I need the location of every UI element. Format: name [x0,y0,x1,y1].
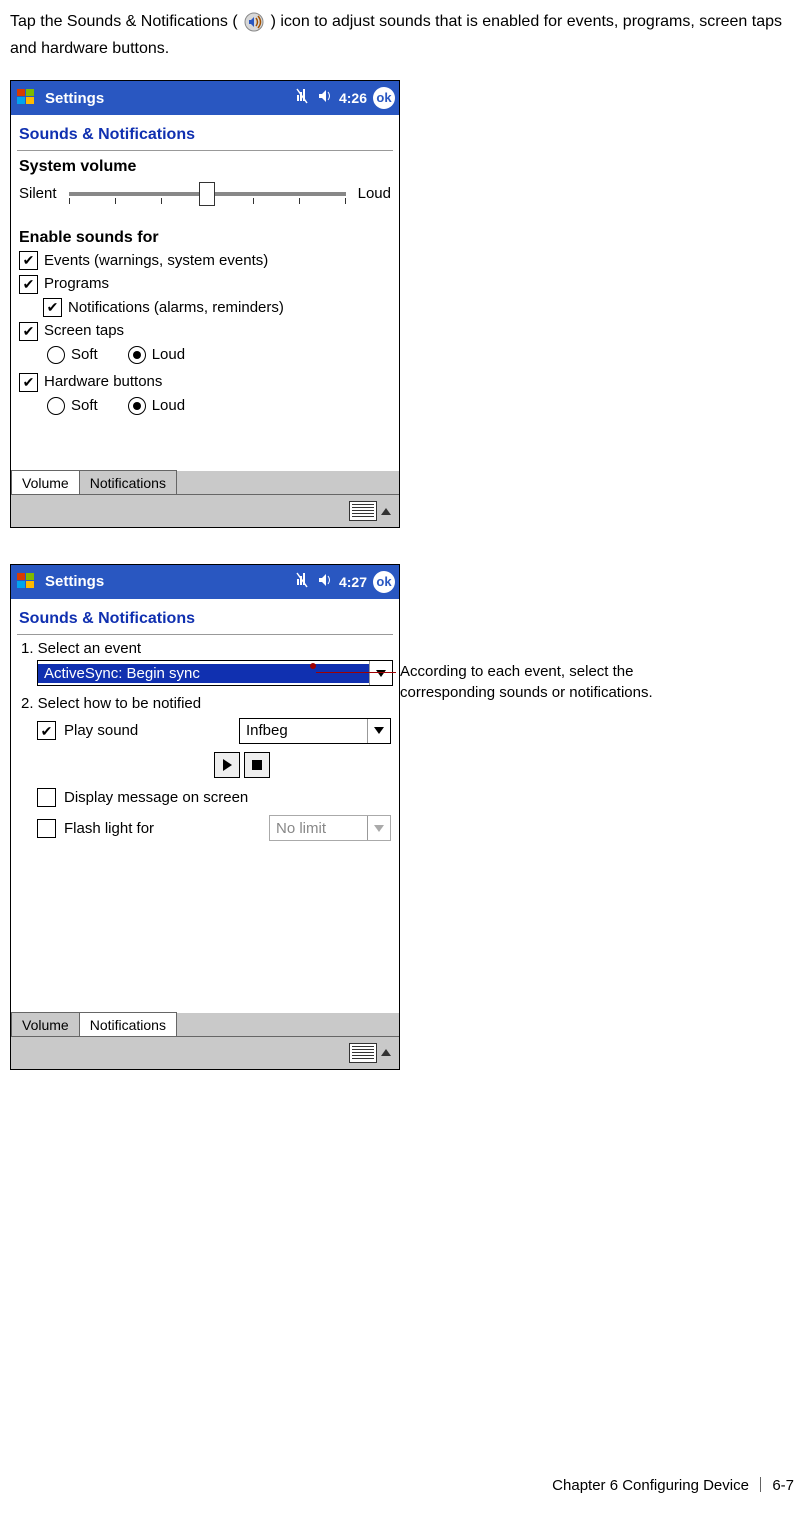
chevron-down-icon [367,719,390,743]
hw-soft-label: Soft [71,396,98,416]
keyboard-icon[interactable] [349,501,377,521]
sound-selected: Infbeg [240,721,367,741]
volume-slider[interactable] [69,184,346,212]
step1-label: 1. Select an event [19,639,391,659]
panel-title: Sounds & Notifications [11,599,399,634]
events-label: Events (warnings, system events) [44,251,268,271]
menu-up-icon[interactable] [381,1049,391,1056]
tab-volume[interactable]: Volume [11,1012,80,1037]
play-sound-label: Play sound [64,721,231,741]
chevron-down-icon [367,816,390,840]
silent-label: Silent [19,184,57,204]
flash-dropdown: No limit [269,815,391,841]
ok-button[interactable]: ok [373,571,395,593]
page-footer: Chapter 6 Configuring Device ｜ 6-7 [552,1473,794,1499]
start-icon[interactable] [15,570,39,594]
window-title: Settings [39,89,295,109]
stop-button[interactable] [244,752,270,778]
footer-chapter: Chapter 6 Configuring Device [552,1477,749,1494]
titlebar: Settings 4:27 ok [11,565,399,599]
tab-notifications[interactable]: Notifications [79,1012,177,1037]
display-msg-label: Display message on screen [64,788,248,808]
play-button[interactable] [214,752,240,778]
window-title: Settings [39,572,295,592]
screenshot-volume-tab: Settings 4:26 ok Sounds & Notifications … [10,80,400,528]
step2-label: 2. Select how to be notified [19,694,391,714]
taps-soft-label: Soft [71,345,98,365]
clock-time[interactable]: 4:26 [339,89,367,107]
taps-loud-label: Loud [152,345,185,365]
tab-bar: Volume Notifications [11,1013,399,1037]
intro-before: Tap the Sounds & Notifications ( [10,13,238,30]
programs-checkbox[interactable]: ✔ [19,275,38,294]
start-icon[interactable] [15,86,39,110]
play-icon [223,759,232,771]
callout-line [316,672,396,673]
display-msg-checkbox[interactable] [37,788,56,807]
hw-loud-label: Loud [152,396,185,416]
intro-text: Tap the Sounds & Notifications ( ) icon … [0,0,812,62]
signal-icon[interactable] [295,87,311,109]
content-area: 1. Select an event ActiveSync: Begin syn… [11,639,399,1069]
soft-key-bar [11,1036,399,1069]
clock-time[interactable]: 4:27 [339,573,367,591]
divider [17,634,393,635]
hwbtn-checkbox[interactable]: ✔ [19,373,38,392]
flash-label: Flash light for [64,819,261,839]
hw-soft-radio[interactable] [47,397,65,415]
enable-sounds-label: Enable sounds for [19,228,391,249]
hwbtn-label: Hardware buttons [44,372,162,392]
titlebar: Settings 4:26 ok [11,81,399,115]
tab-bar: Volume Notifications [11,471,399,495]
callout-text: According to each event, select the corr… [400,553,700,703]
loud-label: Loud [358,184,391,204]
play-sound-checkbox[interactable]: ✔ [37,721,56,740]
menu-up-icon[interactable] [381,508,391,515]
sound-dropdown[interactable]: Infbeg [239,718,391,744]
soft-key-bar [11,494,399,527]
notifications-checkbox[interactable]: ✔ [43,298,62,317]
content-area: System volume Silent Loud Enable sounds … [11,157,399,527]
screentaps-label: Screen taps [44,321,124,341]
footer-sep: ｜ [753,1477,768,1494]
screentaps-checkbox[interactable]: ✔ [19,322,38,341]
flash-selected: No limit [270,819,367,839]
keyboard-icon[interactable] [349,1043,377,1063]
screenshot-notifications-tab: Settings 4:27 ok Sounds & Notifications … [10,564,400,1070]
panel-title: Sounds & Notifications [11,115,399,150]
system-volume-label: System volume [19,157,391,178]
tab-volume[interactable]: Volume [11,470,80,495]
volume-icon[interactable] [317,88,333,108]
taps-soft-radio[interactable] [47,346,65,364]
taps-loud-radio[interactable] [128,346,146,364]
notifications-label: Notifications (alarms, reminders) [68,298,284,318]
volume-icon[interactable] [317,572,333,592]
event-selected: ActiveSync: Begin sync [38,664,369,684]
hw-loud-radio[interactable] [128,397,146,415]
events-checkbox[interactable]: ✔ [19,251,38,270]
speaker-icon [242,13,270,30]
signal-icon[interactable] [295,571,311,593]
stop-icon [252,760,262,770]
event-dropdown[interactable]: ActiveSync: Begin sync [37,660,393,686]
divider [17,150,393,151]
tab-notifications[interactable]: Notifications [79,470,177,495]
footer-page: 6-7 [772,1477,794,1494]
ok-button[interactable]: ok [373,87,395,109]
flash-checkbox[interactable] [37,819,56,838]
chevron-down-icon [369,661,392,685]
programs-label: Programs [44,274,109,294]
